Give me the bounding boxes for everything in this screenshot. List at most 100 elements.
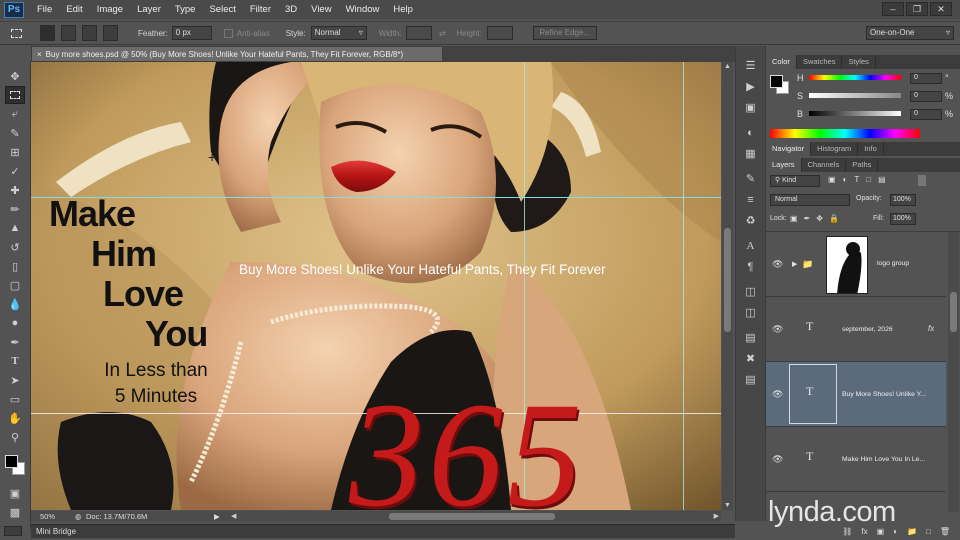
- fill-input[interactable]: 100%: [890, 213, 916, 225]
- scroll-right-icon[interactable]: ▶: [714, 512, 719, 520]
- horizontal-scroll-thumb[interactable]: [389, 513, 555, 520]
- layer-name[interactable]: logo group: [877, 260, 909, 267]
- properties-icon[interactable]: ▦: [741, 146, 761, 163]
- add-selection-icon[interactable]: [61, 25, 76, 41]
- layer-comps-icon[interactable]: ◫: [741, 284, 761, 301]
- zoom-tool-icon[interactable]: ⚲: [5, 428, 25, 446]
- type-tool-icon[interactable]: T: [5, 352, 25, 370]
- menu-edit[interactable]: Edit: [59, 0, 89, 19]
- height-input[interactable]: [486, 26, 513, 40]
- brush-presets-icon[interactable]: ✎: [741, 171, 761, 188]
- mini-bridge-tab[interactable]: Mini Bridge: [31, 527, 76, 536]
- layer-name[interactable]: september, 2026: [842, 326, 893, 333]
- lock-all-icon[interactable]: 🔒: [829, 214, 839, 223]
- zoom-level[interactable]: 50%: [40, 511, 55, 522]
- antialias-checkbox[interactable]: [223, 28, 233, 38]
- new-layer-icon[interactable]: □: [926, 527, 931, 536]
- layer-name[interactable]: Buy More Shoes! Unlike Y...: [842, 391, 926, 398]
- lock-transparent-icon[interactable]: ▣: [790, 214, 798, 223]
- brightness-input[interactable]: 0: [910, 109, 942, 120]
- tools-rail-icon[interactable]: ☰: [741, 58, 761, 75]
- move-tool-icon[interactable]: ✥: [5, 67, 25, 85]
- scroll-up-icon[interactable]: ▲: [724, 63, 731, 70]
- visibility-eye-icon[interactable]: 👁: [772, 324, 783, 335]
- scroll-down-icon[interactable]: ▼: [724, 502, 731, 509]
- eraser-tool-icon[interactable]: ▯: [5, 257, 25, 275]
- visibility-eye-icon[interactable]: 👁: [772, 389, 783, 400]
- close-tab-icon[interactable]: ×: [37, 50, 42, 59]
- document-tab[interactable]: × Buy more shoes.psd @ 50% (Buy More Shoe…: [31, 46, 443, 62]
- close-icon[interactable]: ✕: [930, 2, 952, 16]
- feather-input[interactable]: 0 px: [171, 26, 212, 40]
- new-group-icon[interactable]: 📁: [907, 527, 917, 536]
- tab-swatches[interactable]: Swatches: [797, 55, 843, 69]
- layers-scrollbar[interactable]: [948, 232, 959, 512]
- crop-tool-icon[interactable]: ⊞: [5, 143, 25, 161]
- brightness-slider[interactable]: [809, 111, 901, 116]
- history-brush-tool-icon[interactable]: ↺: [5, 238, 25, 256]
- tab-histogram[interactable]: Histogram: [811, 142, 859, 156]
- tab-paths[interactable]: Paths: [846, 158, 879, 172]
- visibility-eye-icon[interactable]: 👁: [772, 259, 783, 270]
- layers-scroll-thumb[interactable]: [950, 292, 957, 332]
- document-canvas[interactable]: + Make Him Love You In Less than 5 Minut…: [31, 62, 721, 510]
- lock-pixels-icon[interactable]: ✒: [804, 214, 811, 223]
- gradient-tool-icon[interactable]: ▢: [5, 276, 25, 294]
- tab-info[interactable]: Info: [858, 142, 884, 156]
- swap-icon[interactable]: ⇄: [436, 29, 448, 38]
- hue-input[interactable]: 0: [910, 73, 942, 84]
- tab-channels[interactable]: Channels: [802, 158, 847, 172]
- pixel-filter-icon[interactable]: ▣: [828, 175, 836, 184]
- tool-presets-icon[interactable]: ✖: [741, 351, 761, 368]
- lasso-tool-icon[interactable]: ⤶: [5, 105, 25, 123]
- blend-mode-select[interactable]: Normal: [770, 194, 850, 206]
- menu-type[interactable]: Type: [168, 0, 203, 19]
- tab-navigator[interactable]: Navigator: [766, 142, 812, 156]
- layer-row[interactable]: 👁 ▶ 📁 logo group: [766, 232, 946, 297]
- adjustment-filter-icon[interactable]: ◐: [843, 175, 848, 184]
- pen-tool-icon[interactable]: ✒: [5, 333, 25, 351]
- character-panel-icon[interactable]: A: [741, 238, 761, 255]
- notes-icon[interactable]: ▤: [741, 330, 761, 347]
- guide-vertical[interactable]: [683, 62, 684, 510]
- width-input[interactable]: [406, 26, 433, 40]
- workspace-select[interactable]: One-on-One ▿: [866, 26, 954, 40]
- quick-mask-icon[interactable]: ▣: [5, 484, 25, 502]
- screen-mode-icon[interactable]: ▩: [5, 503, 25, 521]
- style-select[interactable]: Normal ▿: [310, 26, 367, 40]
- fx-badge[interactable]: fx: [928, 324, 934, 333]
- shape-filter-icon[interactable]: □: [866, 175, 871, 184]
- 3d-panel-icon[interactable]: ◫: [741, 305, 761, 322]
- vertical-scroll-thumb[interactable]: [724, 228, 731, 332]
- play-actions-icon[interactable]: ▶: [741, 79, 761, 96]
- mini-bridge-panel[interactable]: Mini Bridge: [31, 524, 735, 538]
- tab-layers[interactable]: Layers: [766, 158, 802, 172]
- type-filter-icon[interactable]: T: [854, 175, 859, 184]
- quick-select-tool-icon[interactable]: ✎: [5, 124, 25, 142]
- eyedropper-tool-icon[interactable]: ✓: [5, 162, 25, 180]
- menu-view[interactable]: View: [304, 0, 338, 19]
- lock-position-icon[interactable]: ✥: [816, 214, 823, 223]
- visibility-eye-icon[interactable]: 👁: [772, 454, 783, 465]
- color-spectrum-bar[interactable]: [770, 129, 920, 138]
- tool-preset-picker[interactable]: [4, 24, 28, 42]
- foreground-color-swatch[interactable]: [5, 455, 18, 468]
- brush-panel-icon[interactable]: ≡: [741, 192, 761, 209]
- tab-styles[interactable]: Styles: [842, 55, 876, 69]
- menu-filter[interactable]: Filter: [243, 0, 278, 19]
- minimize-icon[interactable]: –: [882, 2, 904, 16]
- blur-tool-icon[interactable]: 💧: [5, 295, 25, 313]
- filter-toggle[interactable]: [918, 175, 926, 186]
- intersect-selection-icon[interactable]: [103, 25, 118, 41]
- refine-edge-button[interactable]: Refine Edge...: [532, 26, 597, 40]
- menu-layer[interactable]: Layer: [130, 0, 168, 19]
- restore-icon[interactable]: ❐: [906, 2, 928, 16]
- status-menu-arrow-icon[interactable]: ▶: [214, 511, 220, 522]
- menu-image[interactable]: Image: [90, 0, 130, 19]
- paragraph-panel-icon[interactable]: ¶: [741, 259, 761, 276]
- rectangle-tool-icon[interactable]: ▭: [5, 390, 25, 408]
- menu-select[interactable]: Select: [202, 0, 242, 19]
- new-selection-icon[interactable]: [40, 25, 55, 41]
- layer-name[interactable]: Make Him Love You In Le...: [842, 456, 925, 463]
- menu-help[interactable]: Help: [386, 0, 420, 19]
